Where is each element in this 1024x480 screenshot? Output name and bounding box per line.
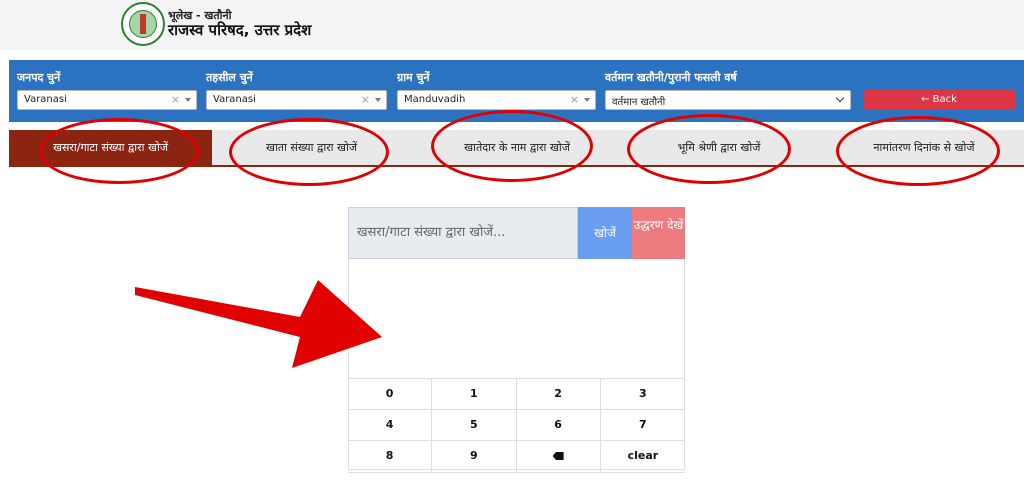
search-button[interactable]: खोजें [578, 207, 632, 259]
district-label: जनपद चुनें [17, 71, 61, 84]
district-select[interactable]: Varanasi × [17, 90, 197, 110]
back-button[interactable]: ← Back [863, 90, 1015, 110]
numeric-keypad: 0 1 2 3 4 5 6 7 8 9 clear [348, 378, 685, 473]
key-4[interactable]: 4 [348, 410, 433, 441]
header-title: राजस्व परिषद, उत्तर प्रदेश [168, 21, 312, 39]
tehsil-label: तहसील चुनें [206, 71, 253, 84]
key-backspace[interactable] [516, 441, 601, 473]
clear-icon[interactable]: × [361, 93, 370, 106]
annotation-arrow-icon [135, 280, 382, 368]
key-9[interactable]: 9 [432, 441, 517, 473]
key-1[interactable]: 1 [432, 379, 517, 410]
village-select[interactable]: Manduvadih × [397, 90, 596, 110]
annotation-ellipse [229, 118, 389, 186]
emblem-logo [121, 2, 165, 46]
backspace-icon [552, 452, 564, 460]
clear-icon[interactable]: × [570, 93, 579, 106]
site-header: भूलेख - खतौनी राजस्व परिषद, उत्तर प्रदेश [0, 0, 1024, 50]
key-5[interactable]: 5 [432, 410, 517, 441]
khasra-search-input[interactable]: खसरा/गाटा संख्या द्वारा खोजें... [348, 207, 578, 259]
caret-down-icon [185, 98, 191, 102]
caret-down-icon [584, 98, 590, 102]
view-extract-button[interactable]: उद्धरण देखें [632, 207, 685, 259]
annotation-ellipse [836, 116, 1000, 186]
year-select[interactable]: वर्तमान खतौनी [605, 90, 851, 110]
key-8[interactable]: 8 [348, 441, 433, 473]
year-value: वर्तमान खतौनी [612, 97, 666, 108]
annotation-ellipse [431, 110, 593, 182]
year-label: वर्तमान खतौनी/पुरानी फसली वर्ष [605, 71, 737, 84]
chevron-down-icon [835, 93, 845, 103]
district-value: Varanasi [24, 94, 67, 105]
clear-icon[interactable]: × [171, 93, 180, 106]
page-root: भूलेख - खतौनी राजस्व परिषद, उत्तर प्रदेश… [0, 0, 1024, 480]
annotation-ellipse [627, 114, 791, 184]
key-clear[interactable]: clear [600, 441, 685, 473]
tehsil-value: Varanasi [213, 94, 256, 105]
village-label: ग्राम चुनें [397, 71, 430, 84]
key-6[interactable]: 6 [516, 410, 601, 441]
key-2[interactable]: 2 [516, 379, 601, 410]
tehsil-select[interactable]: Varanasi × [206, 90, 387, 110]
annotation-ellipse [39, 118, 199, 184]
key-3[interactable]: 3 [600, 379, 685, 410]
key-0[interactable]: 0 [348, 379, 433, 410]
key-7[interactable]: 7 [600, 410, 685, 441]
village-value: Manduvadih [404, 94, 466, 105]
caret-down-icon [375, 98, 381, 102]
